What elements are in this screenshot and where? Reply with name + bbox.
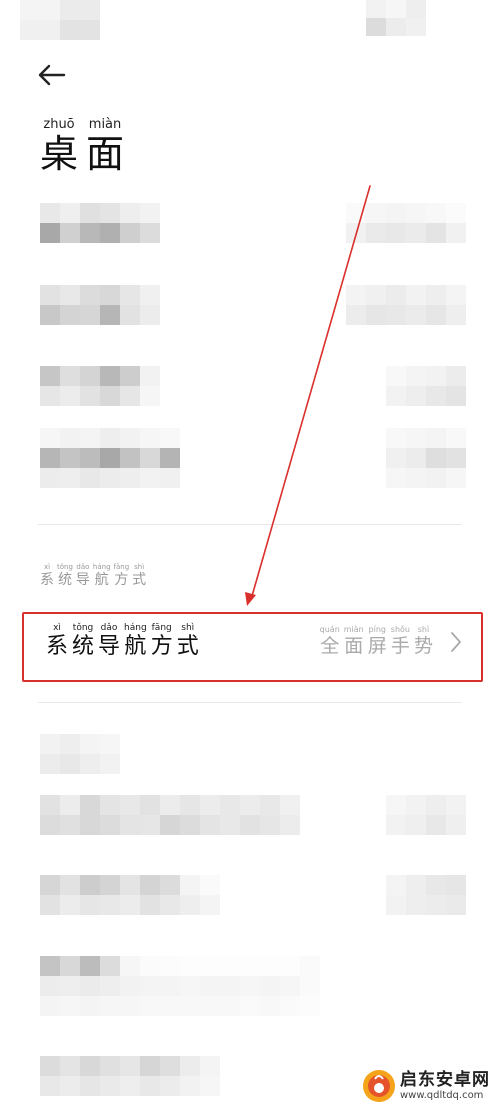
section-label-navigation: xì 系 tǒng 统 dǎo 导 háng 航 fāng 方 shì 式: [40, 563, 146, 588]
blurred-setting-row[interactable]: [40, 366, 160, 406]
blurred-setting-value: [386, 366, 466, 406]
setting-value: quán 全 miàn 面 píng 屏 shǒu 手 shì 势: [320, 625, 433, 657]
blurred-setting-value: [386, 795, 466, 835]
blurred-setting-row[interactable]: [40, 875, 220, 915]
section-char: shì 式: [132, 563, 147, 588]
title-char: zhuō 桌: [40, 117, 79, 176]
highlight-box: xì 系 tǒng 统 dǎo 导 háng 航 fāng 方 shì 式 quán 全 mi…: [22, 612, 483, 682]
watermark-name: 启东安卓网: [400, 1069, 490, 1090]
label-char: fāng 方: [150, 623, 173, 659]
section-char: xì 系: [40, 563, 54, 588]
watermark-url: www.qdltdq.com: [400, 1089, 484, 1101]
value-char: quán 全: [319, 625, 340, 657]
blurred-setting-row[interactable]: [40, 203, 160, 243]
section-char: fāng 方: [113, 563, 130, 588]
watermark: 启东安卓网 www.qdltdq.com: [362, 1069, 490, 1103]
label-char: háng 航: [124, 623, 147, 659]
arrow-head-icon: [245, 592, 256, 606]
blurred-setting-row[interactable]: [40, 285, 160, 325]
label-char: shì 式: [176, 623, 199, 659]
blurred-setting-row[interactable]: [40, 795, 300, 835]
value-char: miàn 面: [343, 625, 364, 657]
section-char: tǒng 统: [57, 563, 73, 588]
section-char: dǎo 导: [75, 563, 90, 588]
back-arrow-icon: [38, 64, 66, 86]
section-char: háng 航: [92, 563, 111, 588]
system-navigation-setting-row[interactable]: xì 系 tǒng 统 dǎo 导 háng 航 fāng 方 shì 式 quán 全 mi…: [24, 614, 481, 680]
value-char: shǒu 手: [390, 625, 410, 657]
chevron-right-icon: [451, 632, 461, 652]
setting-label: xì 系 tǒng 统 dǎo 导 háng 航 fāng 方 shì 式: [46, 623, 199, 660]
back-button[interactable]: [34, 60, 68, 90]
blurred-setting-row[interactable]: [40, 956, 320, 1016]
blurred-setting-value: [346, 203, 466, 243]
section-divider: [38, 524, 462, 525]
blurred-setting-value: [346, 285, 466, 325]
value-char: píng 屏: [367, 625, 387, 657]
label-char: xì 系: [46, 623, 69, 659]
section-divider: [38, 702, 462, 703]
blurred-setting-value: [386, 875, 466, 915]
page-title: zhuō 桌 miàn 面: [40, 117, 124, 175]
blurred-setting-row[interactable]: [40, 428, 180, 488]
blurred-setting-row[interactable]: [40, 1056, 220, 1096]
status-bar-left-blur: [20, 0, 100, 40]
blurred-section-label: [40, 734, 120, 774]
title-char: miàn 面: [86, 117, 125, 176]
status-bar-right-blur: [366, 0, 426, 36]
value-char: shì 势: [413, 625, 433, 657]
label-char: tǒng 统: [72, 623, 95, 659]
label-char: dǎo 导: [98, 623, 121, 659]
blurred-setting-value: [386, 428, 466, 488]
watermark-logo-icon: [363, 1070, 395, 1102]
